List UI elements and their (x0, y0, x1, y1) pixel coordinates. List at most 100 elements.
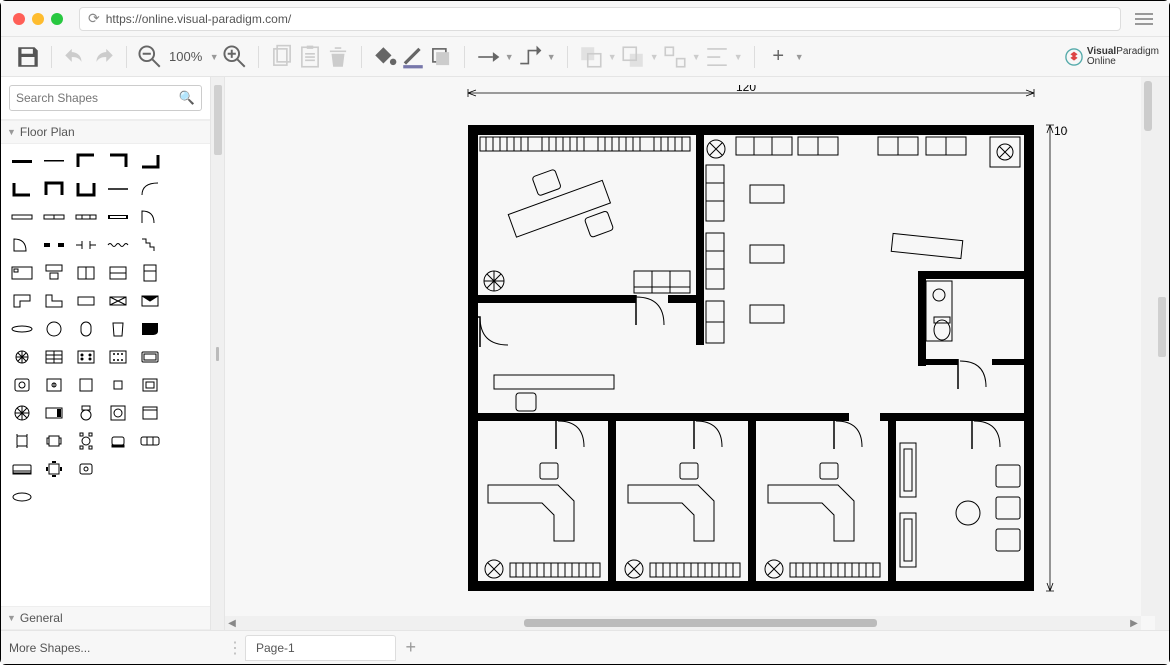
shape-dishwasher[interactable] (137, 402, 163, 424)
close-window-button[interactable] (13, 13, 25, 25)
shape-microwave[interactable] (41, 402, 67, 424)
hamburger-menu-icon[interactable] (1131, 8, 1157, 30)
shape-refrigerator[interactable] (137, 262, 163, 284)
shape-sink[interactable] (73, 458, 99, 480)
shape-piano[interactable] (137, 318, 163, 340)
shape-table[interactable] (73, 290, 99, 312)
shape-window4[interactable] (105, 206, 131, 228)
shape-cabinet[interactable] (73, 262, 99, 284)
shadow-button[interactable] (428, 44, 454, 70)
page-tab[interactable]: Page-1 (245, 635, 396, 661)
shape-window3[interactable] (73, 206, 99, 228)
to-front-dropdown[interactable]: ▼ (606, 44, 618, 70)
to-back-button[interactable] (620, 44, 646, 70)
shape-plant[interactable] (9, 346, 35, 368)
shape-corner-bl[interactable] (9, 178, 35, 200)
shape-corner-br[interactable] (137, 150, 163, 172)
shape-fan[interactable] (41, 318, 67, 340)
shape-opening[interactable] (41, 234, 67, 256)
shape-tv[interactable] (137, 346, 163, 368)
minimize-window-button[interactable] (32, 13, 44, 25)
shape-arc[interactable] (137, 178, 163, 200)
shape-dresser[interactable] (105, 262, 131, 284)
shape-chair2[interactable] (41, 430, 67, 452)
add-button[interactable]: + (765, 44, 791, 70)
shape-window[interactable] (9, 206, 35, 228)
add-dropdown[interactable]: ▼ (793, 44, 805, 70)
reload-icon[interactable]: ⟳ (88, 10, 100, 27)
shape-small-sq[interactable] (105, 374, 131, 396)
shape-washer[interactable] (105, 402, 131, 424)
connection-dropdown[interactable]: ▼ (503, 44, 515, 70)
right-splitter[interactable] (1155, 77, 1169, 630)
shape-door2[interactable] (9, 234, 35, 256)
to-front-button[interactable] (578, 44, 604, 70)
waypoint-button[interactable] (517, 44, 543, 70)
shape-trash[interactable] (105, 318, 131, 340)
scroll-left-arrow[interactable]: ◀ (225, 618, 239, 629)
shape-chair[interactable] (9, 430, 35, 452)
search-shapes-input[interactable] (16, 91, 179, 105)
shape-table2[interactable] (105, 290, 131, 312)
copy-button[interactable] (269, 44, 295, 70)
shape-stove[interactable] (73, 346, 99, 368)
shape-stairs[interactable] (137, 234, 163, 256)
zoom-in-button[interactable] (222, 44, 248, 70)
add-page-button[interactable]: + (400, 637, 422, 659)
shape-segments[interactable] (9, 402, 35, 424)
more-shapes-link[interactable]: More Shapes... (9, 641, 90, 655)
group-button[interactable] (662, 44, 688, 70)
zoom-dropdown[interactable]: ▼ (208, 44, 220, 70)
brand-logo[interactable]: VisualParadigm Online (1065, 47, 1159, 67)
maximize-window-button[interactable] (51, 13, 63, 25)
zoom-level[interactable]: 100% (165, 49, 206, 64)
save-button[interactable] (15, 44, 41, 70)
shape-desk[interactable] (41, 262, 67, 284)
shape-dots[interactable] (105, 346, 131, 368)
shape-ldesk[interactable] (9, 290, 35, 312)
fill-color-button[interactable] (372, 44, 398, 70)
general-section-header[interactable]: ▼ General (1, 606, 210, 630)
shape-u-top[interactable] (41, 178, 67, 200)
zoom-out-button[interactable] (137, 44, 163, 70)
shape-wall[interactable] (9, 150, 35, 172)
delete-button[interactable] (325, 44, 351, 70)
sidebar-splitter[interactable] (211, 77, 225, 630)
paste-button[interactable] (297, 44, 323, 70)
shape-toilet[interactable] (73, 402, 99, 424)
connection-button[interactable] (475, 44, 501, 70)
shape-armchair[interactable] (105, 430, 131, 452)
horizontal-scrollbar[interactable]: ◀ ▶ (225, 616, 1141, 630)
shape-bed[interactable] (9, 262, 35, 284)
shape-corner-tr[interactable] (105, 150, 131, 172)
shape-corner-tl[interactable] (73, 150, 99, 172)
shape-lamp[interactable] (73, 318, 99, 340)
shape-nested[interactable] (137, 374, 163, 396)
shape-u-bottom[interactable] (73, 178, 99, 200)
shape-curtain[interactable] (105, 234, 131, 256)
to-back-dropdown[interactable]: ▼ (648, 44, 660, 70)
shape-drawer[interactable] (41, 346, 67, 368)
shape-ellipse[interactable] (9, 486, 35, 508)
align-button[interactable] (704, 44, 730, 70)
undo-button[interactable] (62, 44, 88, 70)
shape-ldesk2[interactable] (41, 290, 67, 312)
search-shapes-box[interactable]: 🔍 (9, 85, 202, 111)
align-dropdown[interactable]: ▼ (732, 44, 744, 70)
shape-window2[interactable] (41, 206, 67, 228)
shape-wall-thin[interactable] (41, 150, 67, 172)
scroll-right-arrow[interactable]: ▶ (1127, 618, 1141, 629)
shape-square[interactable] (73, 374, 99, 396)
shape-sofa2[interactable] (9, 458, 35, 480)
shape-line-h[interactable] (105, 178, 131, 200)
shape-table-round[interactable] (73, 430, 99, 452)
shape-table-sq[interactable] (41, 458, 67, 480)
vertical-scrollbar[interactable] (1141, 77, 1155, 616)
search-icon[interactable]: 🔍 (179, 90, 195, 106)
waypoint-dropdown[interactable]: ▼ (545, 44, 557, 70)
page-drag-handle[interactable]: ⋮ (225, 638, 245, 658)
group-dropdown[interactable]: ▼ (690, 44, 702, 70)
shape-door[interactable] (137, 206, 163, 228)
shape-oval[interactable] (9, 318, 35, 340)
shape-outlet[interactable] (9, 374, 35, 396)
